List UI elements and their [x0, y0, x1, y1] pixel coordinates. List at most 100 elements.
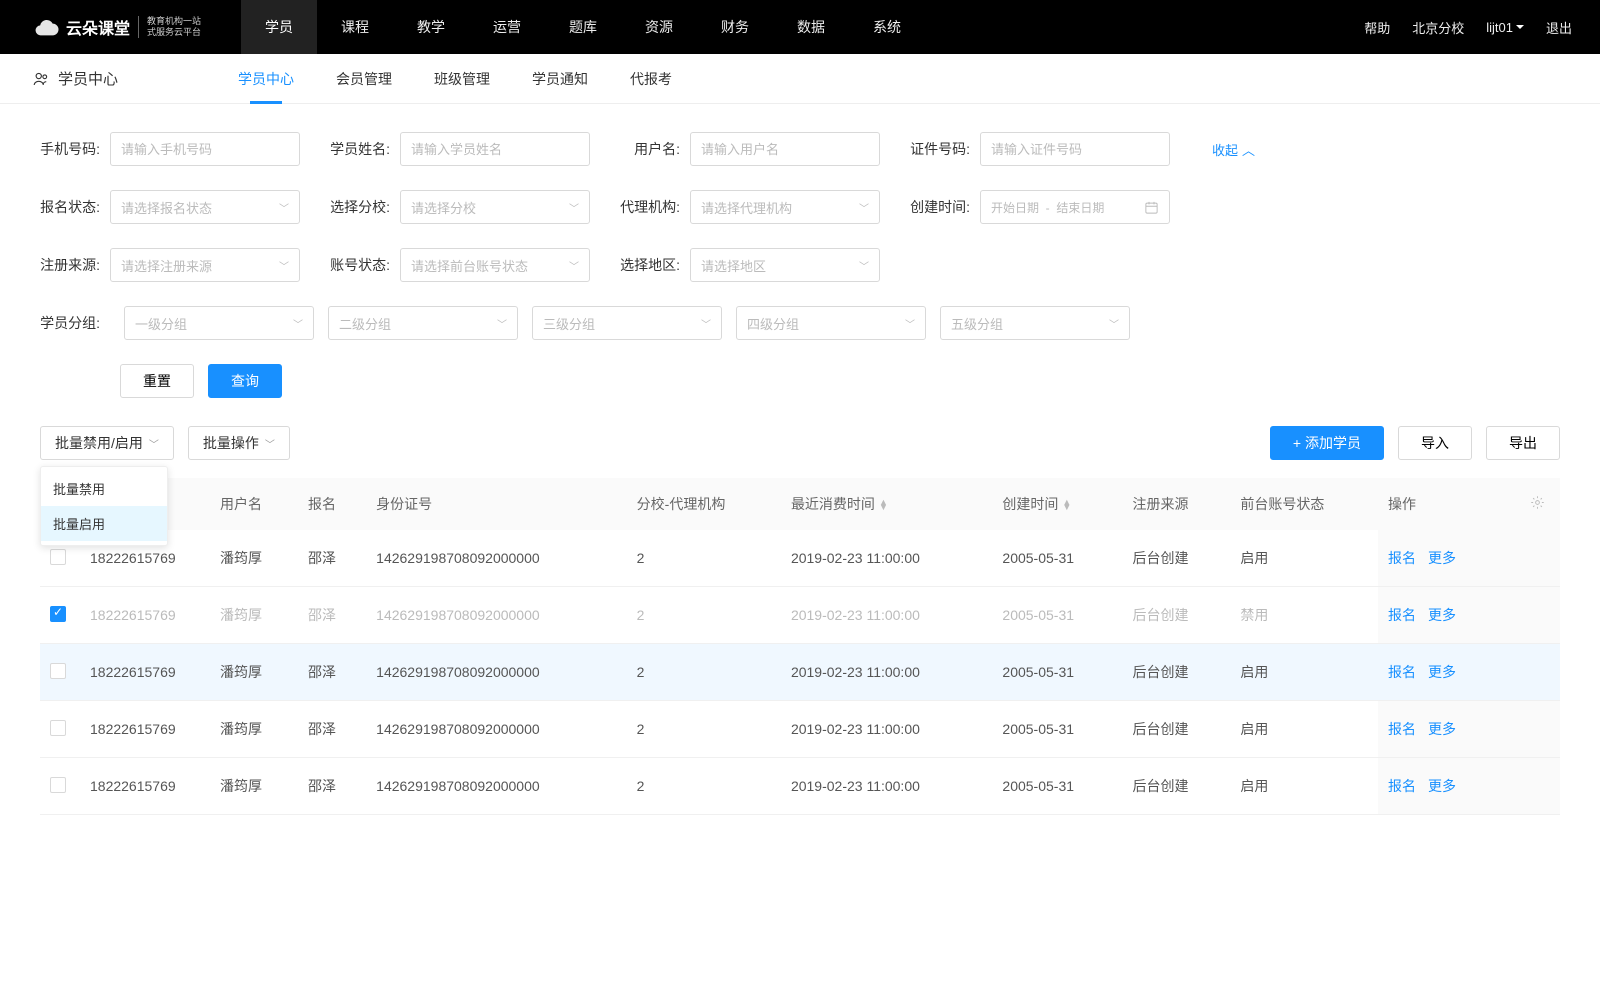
- chevron-down-icon: ﹀: [569, 258, 579, 273]
- main-nav-item[interactable]: 题库: [545, 0, 621, 54]
- main-nav-item[interactable]: 运营: [469, 0, 545, 54]
- reg-source-select[interactable]: 请选择注册来源﹀: [110, 248, 300, 282]
- sub-nav-item[interactable]: 会员管理: [336, 54, 392, 104]
- import-button[interactable]: 导入: [1398, 426, 1472, 460]
- username-input[interactable]: [690, 132, 880, 166]
- caret-down-icon: [1516, 25, 1524, 29]
- col-create-time[interactable]: 创建时间▲▼: [992, 478, 1122, 530]
- more-link[interactable]: 更多: [1428, 778, 1456, 794]
- col-username: 用户名: [210, 478, 298, 530]
- help-link[interactable]: 帮助: [1364, 18, 1390, 37]
- main-nav-item[interactable]: 财务: [697, 0, 773, 54]
- batch-disable-item[interactable]: 批量禁用: [41, 471, 167, 506]
- cell-branch: 2: [627, 644, 781, 701]
- sort-icon: ▲▼: [1062, 500, 1071, 511]
- user-menu[interactable]: lijt01: [1486, 20, 1524, 35]
- users-icon: [32, 70, 50, 88]
- main-nav-item[interactable]: 教学: [393, 0, 469, 54]
- main-nav-item[interactable]: 系统: [849, 0, 925, 54]
- create-time-range[interactable]: 开始日期 - 结束日期: [980, 190, 1170, 224]
- col-enroll: 报名: [298, 478, 366, 530]
- export-button[interactable]: 导出: [1486, 426, 1560, 460]
- acct-status-select[interactable]: 请选择前台账号状态﹀: [400, 248, 590, 282]
- top-nav: 云朵课堂 教育机构一站式服务云平台 学员课程教学运营题库资源财务数据系统 帮助 …: [0, 0, 1600, 54]
- cell-last-consume: 2019-02-23 11:00:00: [781, 587, 992, 644]
- gear-icon[interactable]: [1530, 495, 1545, 510]
- col-operations: 操作: [1378, 478, 1520, 530]
- acct-status-label: 账号状态:: [330, 255, 400, 275]
- group2-select[interactable]: 二级分组﹀: [328, 306, 518, 340]
- name-input[interactable]: [400, 132, 590, 166]
- enroll-link[interactable]: 报名: [1388, 721, 1416, 737]
- chevron-down-icon: ﹀: [1109, 316, 1119, 331]
- sub-nav-item[interactable]: 学员中心: [238, 54, 294, 104]
- enroll-status-select[interactable]: 请选择报名状态﹀: [110, 190, 300, 224]
- more-link[interactable]: 更多: [1428, 721, 1456, 737]
- phone-input[interactable]: [110, 132, 300, 166]
- search-button[interactable]: 查询: [208, 364, 282, 398]
- group3-select[interactable]: 三级分组﹀: [532, 306, 722, 340]
- chevron-up-icon: ︿: [1242, 140, 1255, 159]
- main-nav-item[interactable]: 课程: [317, 0, 393, 54]
- add-student-button[interactable]: + 添加学员: [1270, 426, 1384, 460]
- row-checkbox[interactable]: [50, 549, 66, 565]
- table-row: 18222615769潘筠厚邵泽142629198708092000000220…: [40, 758, 1560, 815]
- cell-username: 潘筠厚: [210, 701, 298, 758]
- sub-nav-item[interactable]: 代报考: [630, 54, 672, 104]
- cell-idno: 142629198708092000000: [366, 587, 627, 644]
- cell-branch: 2: [627, 530, 781, 587]
- enroll-link[interactable]: 报名: [1388, 664, 1416, 680]
- cell-phone: 18222615769: [80, 758, 210, 815]
- col-last-consume[interactable]: 最近消费时间▲▼: [781, 478, 992, 530]
- col-idno: 身份证号: [366, 478, 627, 530]
- main-nav-item[interactable]: 资源: [621, 0, 697, 54]
- enroll-link[interactable]: 报名: [1388, 778, 1416, 794]
- enroll-link[interactable]: 报名: [1388, 550, 1416, 566]
- cell-acct-status: 启用: [1230, 701, 1378, 758]
- chevron-down-icon: ﹀: [149, 436, 159, 451]
- logout-link[interactable]: 退出: [1546, 18, 1572, 37]
- col-reg-source: 注册来源: [1122, 478, 1230, 530]
- more-link[interactable]: 更多: [1428, 664, 1456, 680]
- row-checkbox[interactable]: [50, 720, 66, 736]
- more-link[interactable]: 更多: [1428, 607, 1456, 623]
- branch-select[interactable]: 请选择分校﹀: [400, 190, 590, 224]
- cell-reg-source: 后台创建: [1122, 587, 1230, 644]
- group5-select[interactable]: 五级分组﹀: [940, 306, 1130, 340]
- chevron-down-icon: ﹀: [279, 258, 289, 273]
- group4-select[interactable]: 四级分组﹀: [736, 306, 926, 340]
- idno-input[interactable]: [980, 132, 1170, 166]
- region-select[interactable]: 请选择地区﹀: [690, 248, 880, 282]
- table-row: 18222615769潘筠厚邵泽142629198708092000000220…: [40, 701, 1560, 758]
- row-checkbox[interactable]: [50, 777, 66, 793]
- row-checkbox[interactable]: [50, 606, 66, 622]
- cell-operations: 报名更多: [1378, 587, 1520, 644]
- sub-nav-item[interactable]: 学员通知: [532, 54, 588, 104]
- batch-toggle-dropdown[interactable]: 批量禁用/启用﹀: [40, 426, 174, 460]
- table-row: 18222615769潘筠厚邵泽142629198708092000000220…: [40, 644, 1560, 701]
- main-nav-item[interactable]: 学员: [241, 0, 317, 54]
- chevron-down-icon: ﹀: [859, 258, 869, 273]
- branch-link[interactable]: 北京分校: [1412, 18, 1464, 37]
- row-checkbox[interactable]: [50, 663, 66, 679]
- sub-nav-item[interactable]: 班级管理: [434, 54, 490, 104]
- cell-reg-source: 后台创建: [1122, 644, 1230, 701]
- cell-last-consume: 2019-02-23 11:00:00: [781, 758, 992, 815]
- agent-select[interactable]: 请选择代理机构﹀: [690, 190, 880, 224]
- reset-button[interactable]: 重置: [120, 364, 194, 398]
- more-link[interactable]: 更多: [1428, 550, 1456, 566]
- enroll-link[interactable]: 报名: [1388, 607, 1416, 623]
- calendar-icon: [1144, 200, 1159, 215]
- cell-operations: 报名更多: [1378, 644, 1520, 701]
- cell-username: 潘筠厚: [210, 758, 298, 815]
- main-nav-item[interactable]: 数据: [773, 0, 849, 54]
- chevron-down-icon: ﹀: [859, 200, 869, 215]
- phone-label: 手机号码:: [40, 139, 110, 159]
- cell-username: 潘筠厚: [210, 644, 298, 701]
- batch-operation-dropdown[interactable]: 批量操作﹀: [188, 426, 290, 460]
- col-acct-status: 前台账号状态: [1230, 478, 1378, 530]
- batch-enable-item[interactable]: 批量启用: [41, 506, 167, 541]
- group1-select[interactable]: 一级分组﹀: [124, 306, 314, 340]
- collapse-toggle[interactable]: 收起︿: [1212, 132, 1255, 166]
- sub-nav: 学员中心 学员中心会员管理班级管理学员通知代报考: [0, 54, 1600, 104]
